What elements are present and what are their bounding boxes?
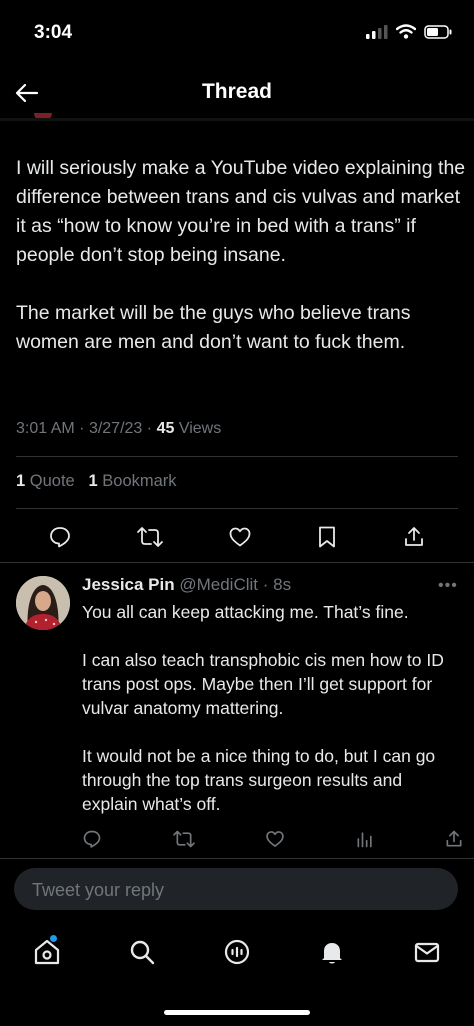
bookmarks-link[interactable]: 1 Bookmark xyxy=(89,472,177,490)
reply-author-handle[interactable]: @MediClit xyxy=(179,575,258,594)
tweet-text: I will seriously make a YouTube video ex… xyxy=(16,157,466,353)
retweet-button[interactable] xyxy=(136,525,164,549)
battery-icon xyxy=(424,24,452,39)
reply-retweet-button[interactable] xyxy=(172,829,196,849)
tab-notifications[interactable] xyxy=(307,927,357,977)
reply-views-button[interactable] xyxy=(355,829,375,849)
bookmark-button[interactable] xyxy=(316,525,338,549)
views-count: 45 xyxy=(156,420,175,437)
status-icons xyxy=(366,24,452,39)
bookmark-label: Bookmark xyxy=(102,472,177,490)
header-divider xyxy=(0,118,474,121)
tweet-date[interactable]: 3/27/23 xyxy=(89,420,142,437)
bookmark-icon xyxy=(319,526,335,548)
reply-author-name[interactable]: Jessica Pin xyxy=(82,575,175,594)
comment-icon xyxy=(50,527,70,548)
bottom-tab-bar xyxy=(0,924,474,980)
quote-count: 1 xyxy=(16,472,26,490)
like-button[interactable] xyxy=(228,525,252,549)
reply-comment-button[interactable] xyxy=(82,829,102,849)
search-icon xyxy=(130,940,155,965)
bookmark-count: 1 xyxy=(88,472,98,490)
divider xyxy=(16,456,458,457)
quotes-link[interactable]: 1 Quote xyxy=(16,472,75,490)
tweet-stats: 1 Quote 1 Bookmark xyxy=(16,472,177,491)
tab-spaces[interactable] xyxy=(212,927,262,977)
tweet-meta: 3:01 AM · 3/27/23 · 45 Views xyxy=(16,420,222,437)
divider xyxy=(0,858,474,859)
reply-composer[interactable] xyxy=(14,868,458,912)
heart-icon xyxy=(266,831,284,847)
share-button[interactable] xyxy=(402,525,426,549)
more-icon: ••• xyxy=(438,577,458,594)
bell-icon xyxy=(321,943,342,964)
tab-search[interactable] xyxy=(117,927,167,977)
tab-home[interactable] xyxy=(22,927,72,977)
page-title: Thread xyxy=(201,80,272,103)
tweet-time[interactable]: 3:01 AM xyxy=(16,420,75,437)
reply-time: 8s xyxy=(273,575,292,594)
reply-share-button[interactable] xyxy=(444,829,464,849)
tweet-action-bar xyxy=(16,517,458,557)
heart-icon xyxy=(229,527,251,547)
reply-header: Jessica Pin @MediClit · 8s xyxy=(82,575,292,594)
mail-icon xyxy=(414,942,439,963)
share-icon xyxy=(446,830,462,847)
reply-text: You all can keep attacking me. That’s fi… xyxy=(82,602,444,814)
views-label: Views xyxy=(178,420,222,437)
reply-like-button[interactable] xyxy=(265,829,285,849)
analytics-icon xyxy=(357,832,372,848)
reply-button[interactable] xyxy=(48,525,72,549)
divider xyxy=(0,562,474,563)
tab-messages[interactable] xyxy=(402,927,452,977)
quote-label: Quote xyxy=(29,472,75,490)
retweet-icon xyxy=(172,830,195,848)
comment-icon xyxy=(83,830,101,848)
divider xyxy=(16,508,458,509)
cellular-signal-icon xyxy=(366,24,388,39)
home-indicator xyxy=(164,1010,310,1015)
status-time: 3:04 xyxy=(34,22,73,43)
retweet-icon xyxy=(137,527,163,547)
more-options-button[interactable]: ••• xyxy=(438,577,458,595)
reply-input[interactable] xyxy=(30,868,444,912)
wifi-icon xyxy=(396,24,416,39)
spaces-icon xyxy=(224,939,250,965)
reply-avatar[interactable] xyxy=(16,576,70,630)
reply-action-bar xyxy=(72,824,464,854)
share-icon xyxy=(405,527,423,546)
home-icon xyxy=(35,939,60,965)
